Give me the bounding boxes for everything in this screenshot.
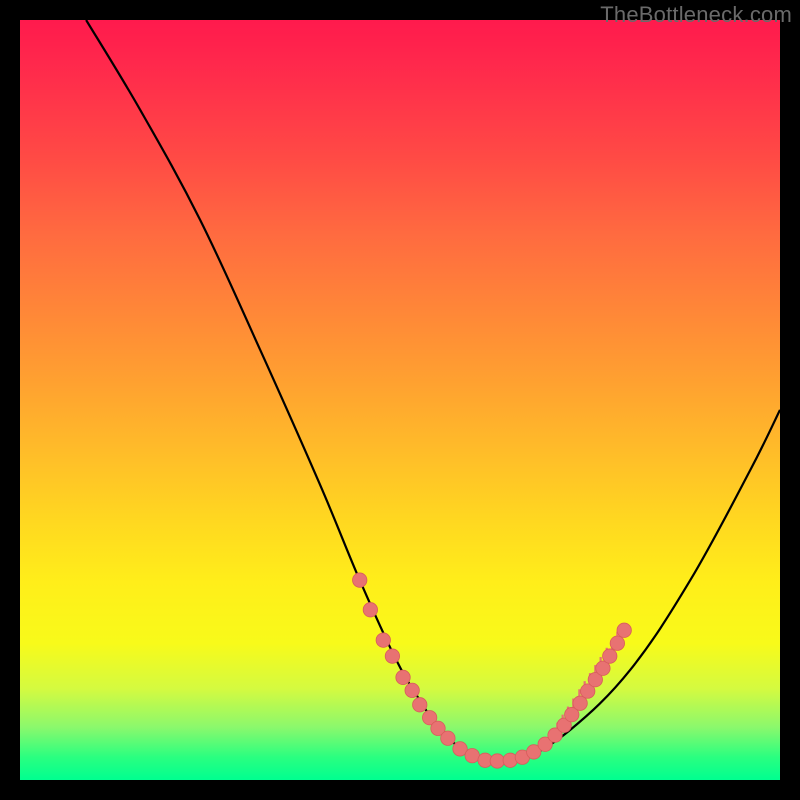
data-marker	[441, 731, 455, 745]
data-marker	[363, 603, 377, 617]
data-marker	[603, 649, 617, 663]
data-marker	[610, 636, 624, 650]
watermark-text: TheBottleneck.com	[600, 2, 792, 28]
data-marker	[353, 573, 367, 587]
bottleneck-curve	[86, 20, 780, 763]
data-marker	[490, 754, 504, 768]
data-marker	[376, 633, 390, 647]
data-marker	[465, 748, 479, 762]
data-marker	[617, 623, 631, 637]
marker-cluster-bottom	[453, 737, 553, 768]
chart-svg	[20, 20, 780, 780]
plot-area	[20, 20, 780, 780]
data-marker	[396, 670, 410, 684]
data-marker	[385, 649, 399, 663]
data-marker	[413, 698, 427, 712]
data-marker	[405, 683, 419, 697]
